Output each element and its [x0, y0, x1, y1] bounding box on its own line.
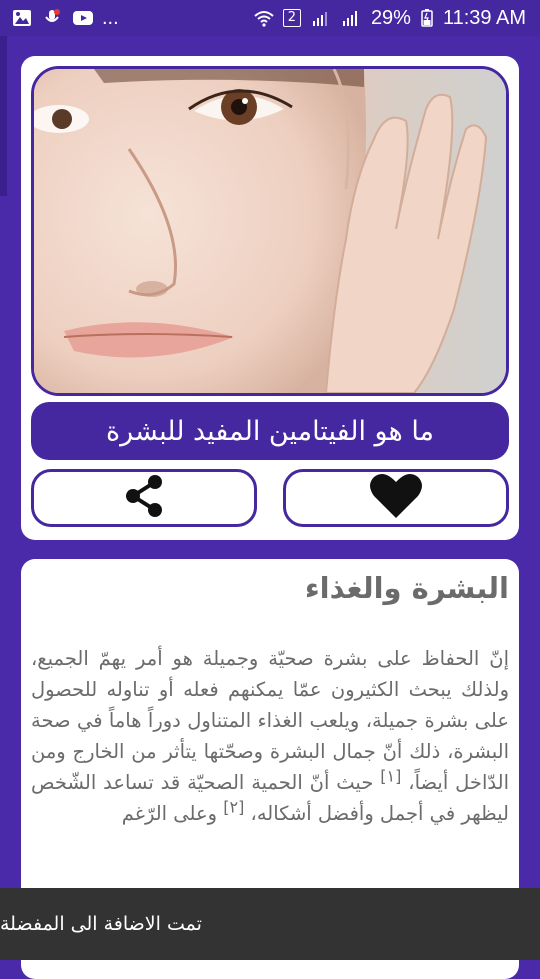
reference-link-1[interactable]: [١] [380, 767, 401, 786]
left-edge-handle [0, 36, 7, 196]
image-icon [12, 9, 32, 27]
youtube-icon [72, 9, 93, 27]
article-title: ما هو الفيتامين المفيد للبشرة [31, 402, 509, 460]
status-bar: ... 2 29% 11:39 AM [0, 0, 540, 36]
mic-icon [42, 9, 62, 27]
sim-badge: 2 [282, 9, 301, 27]
signal-icon [311, 9, 331, 27]
favorite-button[interactable] [283, 469, 509, 527]
article-body: إنّ الحفاظ على بشرة صحيّة وجميلة هو أمر … [31, 643, 509, 829]
reference-link-2[interactable]: [٢] [223, 798, 244, 817]
heart-icon [369, 472, 423, 524]
toast-message: تمت الاضافة الى المفضلة [0, 888, 540, 960]
article-heading: البشرة والغذاء [304, 571, 509, 605]
signal-icon-2 [341, 9, 361, 27]
toast-text: تمت الاضافة الى المفضلة [0, 913, 202, 935]
battery-percent: 29% [370, 6, 411, 29]
more-notifications: ... [102, 6, 119, 29]
wifi-icon [253, 9, 274, 27]
paragraph-text-3: وعلى الرّغم [121, 802, 218, 825]
clock: 11:39 AM [442, 6, 526, 29]
share-icon [119, 471, 169, 525]
face-photo [31, 66, 509, 396]
share-button[interactable] [31, 469, 257, 527]
article-header-card: ما هو الفيتامين المفيد للبشرة [21, 56, 519, 540]
notification-icons: ... [12, 7, 119, 30]
article-paragraph: إنّ الحفاظ على بشرة صحيّة وجميلة هو أمر … [31, 643, 509, 829]
battery-icon [421, 9, 433, 27]
system-icons: 2 29% 11:39 AM [253, 7, 526, 30]
